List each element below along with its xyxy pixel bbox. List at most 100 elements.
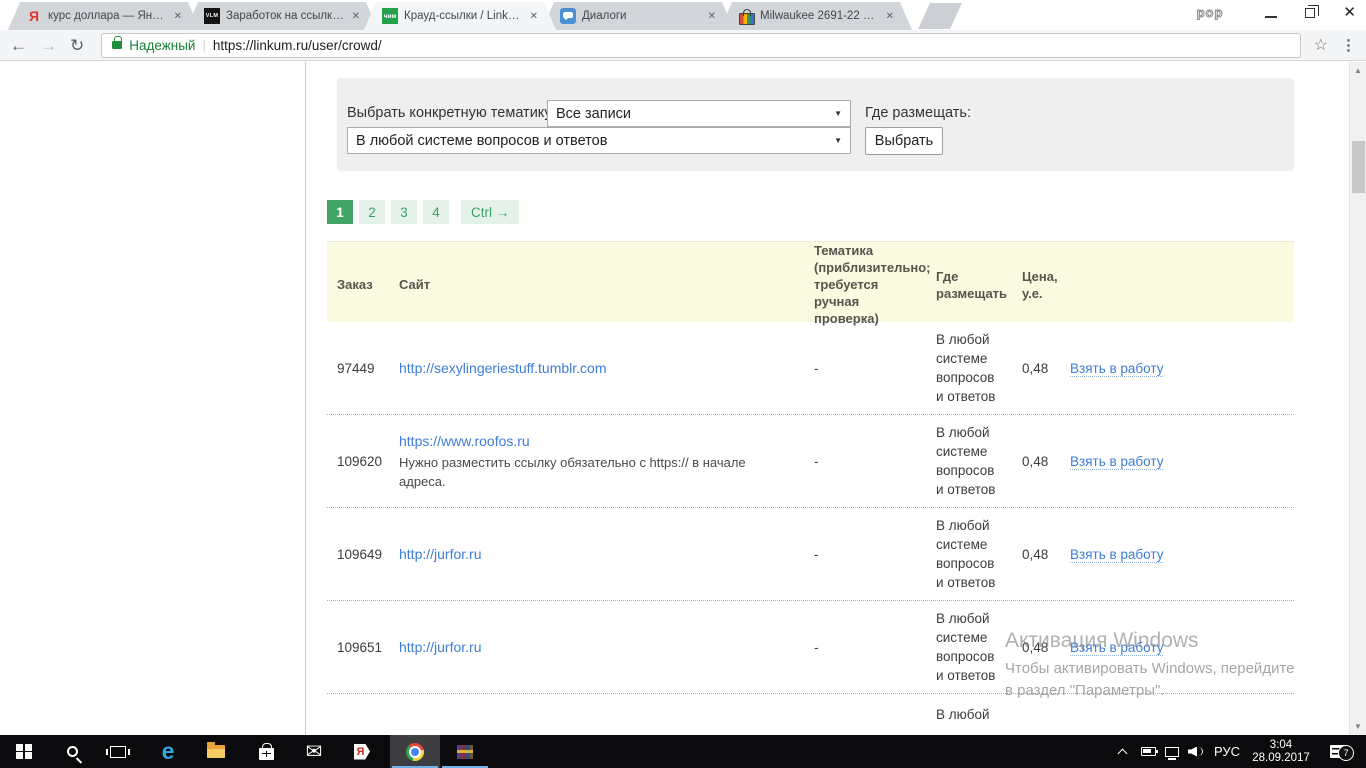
language-label: РУС (1214, 744, 1240, 759)
page-1-button[interactable]: 1 (327, 200, 353, 224)
take-order-link[interactable]: Взять в работу (1070, 640, 1163, 656)
pagination: 1 2 3 4 Ctrl → (327, 200, 519, 224)
battery-icon (1141, 747, 1156, 756)
table-row: 109620 https://www.roofos.ru Нужно разме… (327, 415, 1294, 508)
col-header-site: Сайт (389, 276, 804, 293)
notification-badge: 7 (1338, 745, 1354, 761)
restore-button[interactable] (1305, 8, 1315, 18)
page-scrollbar[interactable]: ▲ ▼ (1349, 62, 1366, 735)
page-3-button[interactable]: 3 (391, 200, 417, 224)
col-header-price: Цена, у.е. (1012, 268, 1060, 302)
table-row: 109649 http://jurfor.ru - В любой систем… (327, 508, 1294, 601)
where-select[interactable]: В любой системе вопросов и ответов ▼ (347, 127, 851, 154)
network-status[interactable] (1160, 735, 1184, 768)
winrar-button[interactable] (440, 735, 490, 768)
take-order-link[interactable]: Взять в работу (1070, 454, 1163, 470)
yandex-browser-button[interactable]: Я (340, 735, 384, 768)
apply-filter-button[interactable]: Выбрать (865, 127, 943, 155)
theme-select[interactable]: Все записи ▼ (547, 100, 851, 127)
tab-zarabotok[interactable]: VLM Заработок на ссылках. ✕ (186, 2, 378, 30)
edge-icon: e (162, 740, 175, 763)
tab-dialogi[interactable]: Диалоги ✕ (542, 2, 734, 30)
tab-close-icon[interactable]: ✕ (352, 11, 360, 22)
scroll-up-icon[interactable]: ▲ (1350, 66, 1366, 75)
browser-menu-icon[interactable]: ⋮ (1341, 36, 1356, 54)
volume-status[interactable] (1184, 735, 1208, 768)
dialogs-favicon (560, 8, 576, 24)
action-center-button[interactable]: 7 (1318, 735, 1358, 768)
tab-milwaukee[interactable]: Milwaukee 2691-22 M18 ✕ (720, 2, 912, 30)
yandex-favicon: Я (26, 8, 42, 24)
site-link[interactable]: http://sexylingeriestuff.tumblr.com (399, 360, 607, 376)
price-cell: 0,48 (1012, 545, 1060, 564)
search-icon (67, 746, 78, 757)
windows-logo-icon (16, 744, 32, 760)
site-link[interactable]: http://jurfor.ru (399, 639, 481, 655)
security-label[interactable]: Надежный (129, 38, 195, 53)
back-icon[interactable]: ← (10, 37, 27, 54)
window-controls: pop ✕ (1197, 5, 1356, 20)
winrar-icon (457, 745, 473, 759)
price-cell: 0,48 (1012, 638, 1060, 657)
tab-close-icon[interactable]: ✕ (708, 11, 716, 22)
clock[interactable]: 3:04 28.09.2017 (1246, 735, 1316, 768)
tab-yandex-kurs[interactable]: Я курс доллара — Яндекс ✕ (8, 2, 200, 30)
site-link[interactable]: https://www.roofos.ru (399, 433, 530, 449)
folder-icon (207, 745, 225, 758)
yandex-icon: Я (354, 744, 370, 760)
new-tab-button[interactable] (918, 3, 962, 29)
battery-status[interactable] (1136, 735, 1160, 768)
where-cell: В любой системе вопросов и ответов (926, 423, 1012, 499)
edge-button[interactable]: e (146, 735, 190, 768)
site-link[interactable]: http://jurfor.ru (399, 546, 481, 562)
filter-panel: Выбрать конкретную тематику: Все записи … (337, 78, 1294, 171)
url-text[interactable]: https://linkum.ru/user/crowd/ (213, 38, 382, 53)
where-cell: В любой (926, 694, 1012, 724)
where-cell: В любой системе вопросов и ответов (926, 516, 1012, 592)
forward-icon[interactable]: → (40, 37, 57, 54)
order-id: 109651 (327, 638, 389, 657)
speaker-icon (1188, 746, 1204, 758)
take-order-link[interactable]: Взять в работу (1070, 361, 1163, 377)
orders-table: Заказ Сайт Тематика (приблизительно; тре… (327, 241, 1294, 734)
tab-linkum-active[interactable]: чим Крауд-ссылки / Linkum, ✕ (364, 2, 556, 30)
close-window-button[interactable]: ✕ (1343, 5, 1356, 20)
address-bar[interactable]: Надежный | https://linkum.ru/user/crowd/ (101, 33, 1300, 58)
scroll-down-icon[interactable]: ▼ (1350, 722, 1366, 731)
page-4-button[interactable]: 4 (423, 200, 449, 224)
task-view-icon (110, 746, 126, 758)
secure-lock-icon[interactable] (112, 41, 122, 49)
popup-indicator: pop (1197, 5, 1224, 20)
table-row: 109651 http://jurfor.ru - В любой систем… (327, 601, 1294, 694)
where-filter-label: Где размещать: (865, 105, 971, 121)
date-label: 28.09.2017 (1252, 752, 1310, 765)
chevron-down-icon: ▼ (834, 109, 842, 118)
chrome-button[interactable] (390, 735, 440, 768)
price-cell: 0,48 (1012, 359, 1060, 378)
take-order-link[interactable]: Взять в работу (1070, 547, 1163, 563)
next-page-button[interactable]: Ctrl → (461, 200, 519, 224)
action-center-icon: 7 (1330, 745, 1346, 758)
task-view-button[interactable] (96, 735, 140, 768)
reload-icon[interactable]: ↻ (70, 37, 84, 54)
mail-button[interactable]: ✉ (292, 735, 336, 768)
col-header-order: Заказ (327, 276, 389, 293)
start-button[interactable] (2, 735, 46, 768)
theme-cell: - (804, 359, 926, 378)
page-2-button[interactable]: 2 (359, 200, 385, 224)
language-indicator[interactable]: РУС (1208, 735, 1246, 768)
store-button[interactable] (244, 735, 288, 768)
tab-close-icon[interactable]: ✕ (530, 11, 538, 22)
minimize-button[interactable] (1265, 16, 1277, 18)
scrollbar-thumb[interactable] (1352, 141, 1365, 193)
search-button[interactable] (50, 735, 94, 768)
tray-expand-button[interactable] (1110, 735, 1134, 768)
taskbar: e ✉ Я РУС 3:04 28.09.2017 7 (0, 735, 1366, 768)
bookmark-star-icon[interactable]: ☆ (1314, 35, 1328, 55)
tab-close-icon[interactable]: ✕ (174, 11, 182, 22)
col-header-theme: Тематика (приблизительно; требуется ручн… (804, 242, 926, 327)
tab-close-icon[interactable]: ✕ (886, 11, 894, 22)
linkum-favicon: чим (382, 8, 398, 24)
file-explorer-button[interactable] (194, 735, 238, 768)
order-id: 109649 (327, 545, 389, 564)
